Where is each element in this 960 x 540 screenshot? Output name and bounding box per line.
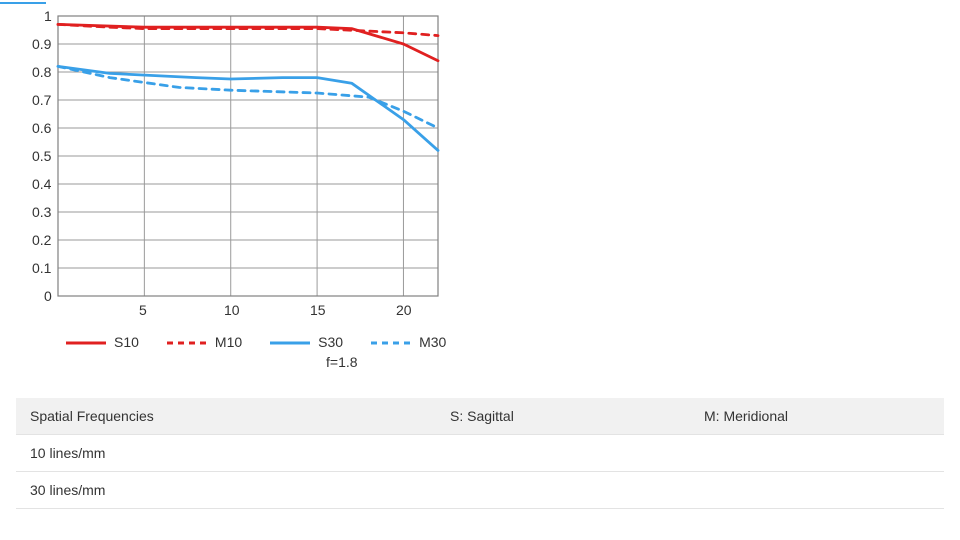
legend-table: Spatial Frequencies S: Sagittal M: Merid… [16, 398, 944, 509]
row-label: 30 lines/mm [16, 472, 436, 509]
legend-item: S30 [270, 334, 343, 350]
line-swatch-dashed-red [167, 334, 207, 350]
legend-item: S10 [66, 334, 139, 350]
line-swatch-solid-red [66, 334, 106, 350]
table-row: 10 lines/mm [16, 435, 944, 472]
legend-item: M30 [371, 334, 446, 350]
th-spatial-frequencies: Spatial Frequencies [16, 398, 436, 435]
legend-item: M10 [167, 334, 242, 350]
x-tick-label: 15 [310, 302, 326, 318]
legend-label: S30 [318, 334, 343, 350]
legend-label: M10 [215, 334, 242, 350]
x-tick-label: 10 [224, 302, 240, 318]
th-meridional: M: Meridional [690, 398, 944, 435]
legend-label: S10 [114, 334, 139, 350]
legend-label: M30 [419, 334, 446, 350]
th-sagittal: S: Sagittal [436, 398, 690, 435]
chart-caption: f=1.8 [326, 354, 944, 370]
line-swatch-solid-blue [270, 334, 310, 350]
line-swatch-dashed-blue [371, 334, 411, 350]
x-tick-label: 5 [139, 302, 147, 318]
swatch-dashed [690, 472, 944, 509]
swatch-solid [436, 435, 690, 472]
table-header: Spatial Frequencies S: Sagittal M: Merid… [16, 398, 944, 435]
mtf-chart: 1 0.9 0.8 0.7 0.6 0.5 0.4 0.3 0.2 0.1 0 … [16, 12, 446, 332]
chart-legend: S10 M10 S30 M30 [66, 334, 944, 350]
row-label: 10 lines/mm [16, 435, 436, 472]
x-tick-label: 20 [396, 302, 412, 318]
swatch-solid [436, 472, 690, 509]
plot-svg [16, 12, 446, 302]
table-row: 30 lines/mm [16, 472, 944, 509]
swatch-dashed [690, 435, 944, 472]
